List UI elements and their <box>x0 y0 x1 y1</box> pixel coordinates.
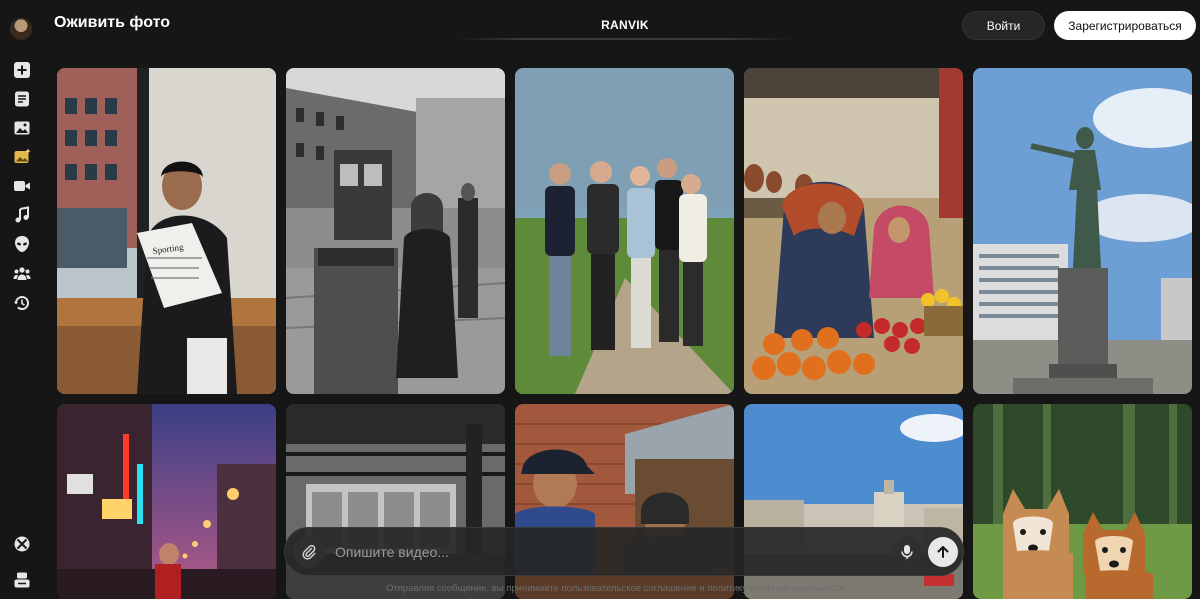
gallery-card[interactable] <box>744 68 963 394</box>
gallery-image <box>744 68 963 394</box>
alien-face-icon[interactable] <box>12 234 32 254</box>
prompt-composer <box>284 527 964 576</box>
arrow-up-icon <box>937 546 949 558</box>
terms-note: Отправляя сообщение, вы принимаете польз… <box>386 583 846 594</box>
image-sparkle-icon[interactable] <box>12 147 32 167</box>
microphone-icon <box>901 545 913 559</box>
signup-button[interactable]: Зарегистрироваться <box>1054 11 1196 40</box>
gallery-card[interactable]: Sporting <box>57 68 276 394</box>
gallery-card[interactable] <box>973 404 1192 599</box>
gallery-image <box>286 68 505 394</box>
login-button[interactable]: Войти <box>962 11 1045 40</box>
tab-ranvik-label: RANVIK <box>601 18 649 32</box>
page-title: Оживить фото <box>54 14 170 31</box>
sidebar <box>0 0 44 599</box>
attach-button[interactable] <box>293 536 325 568</box>
plus-square-icon[interactable] <box>12 60 32 80</box>
gallery-image: Sporting <box>57 68 276 394</box>
app-logo[interactable] <box>10 18 32 40</box>
prompt-input[interactable] <box>335 528 875 575</box>
gallery-card[interactable] <box>286 68 505 394</box>
gallery-image <box>973 68 1192 394</box>
paperclip-icon <box>302 544 316 560</box>
microphone-button[interactable] <box>892 537 922 567</box>
music-note-icon[interactable] <box>12 205 32 225</box>
xbox-icon[interactable] <box>12 534 32 554</box>
image-icon[interactable] <box>12 118 32 138</box>
gallery-image <box>515 68 734 394</box>
history-icon[interactable] <box>12 293 32 313</box>
tab-underline <box>455 38 795 40</box>
gallery-card[interactable] <box>57 404 276 599</box>
gallery-image <box>973 404 1192 599</box>
gallery-image <box>57 404 276 599</box>
inbox-icon[interactable] <box>12 570 32 590</box>
community-icon[interactable] <box>12 263 32 283</box>
gallery-card[interactable] <box>973 68 1192 394</box>
tab-ranvik[interactable]: RANVIK <box>455 10 795 40</box>
gallery-card[interactable] <box>515 68 734 394</box>
video-camera-icon[interactable] <box>12 176 32 196</box>
document-icon[interactable] <box>12 89 32 109</box>
send-button[interactable] <box>928 537 958 567</box>
